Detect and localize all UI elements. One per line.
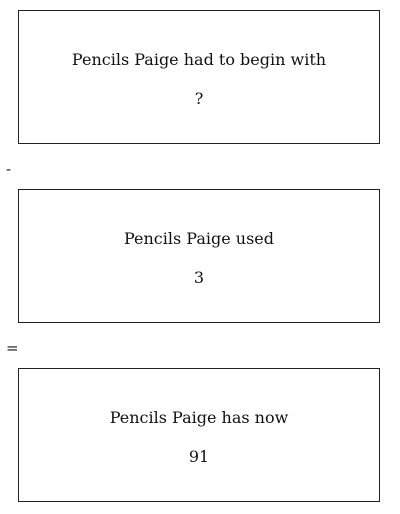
used-quantity-value: 3 <box>193 268 205 287</box>
used-quantity-box: Pencils Paige used 3 <box>18 189 380 323</box>
minus-operator: - <box>6 160 12 178</box>
start-quantity-label: Pencils Paige had to begin with <box>71 50 327 69</box>
remaining-quantity-value: 91 <box>188 447 210 466</box>
remaining-quantity-box: Pencils Paige has now 91 <box>18 368 380 502</box>
used-quantity-label: Pencils Paige used <box>123 229 275 248</box>
start-quantity-box: Pencils Paige had to begin with ? <box>18 10 380 144</box>
equals-operator: = <box>6 339 19 357</box>
remaining-quantity-label: Pencils Paige has now <box>109 408 289 427</box>
start-quantity-value: ? <box>194 89 204 108</box>
